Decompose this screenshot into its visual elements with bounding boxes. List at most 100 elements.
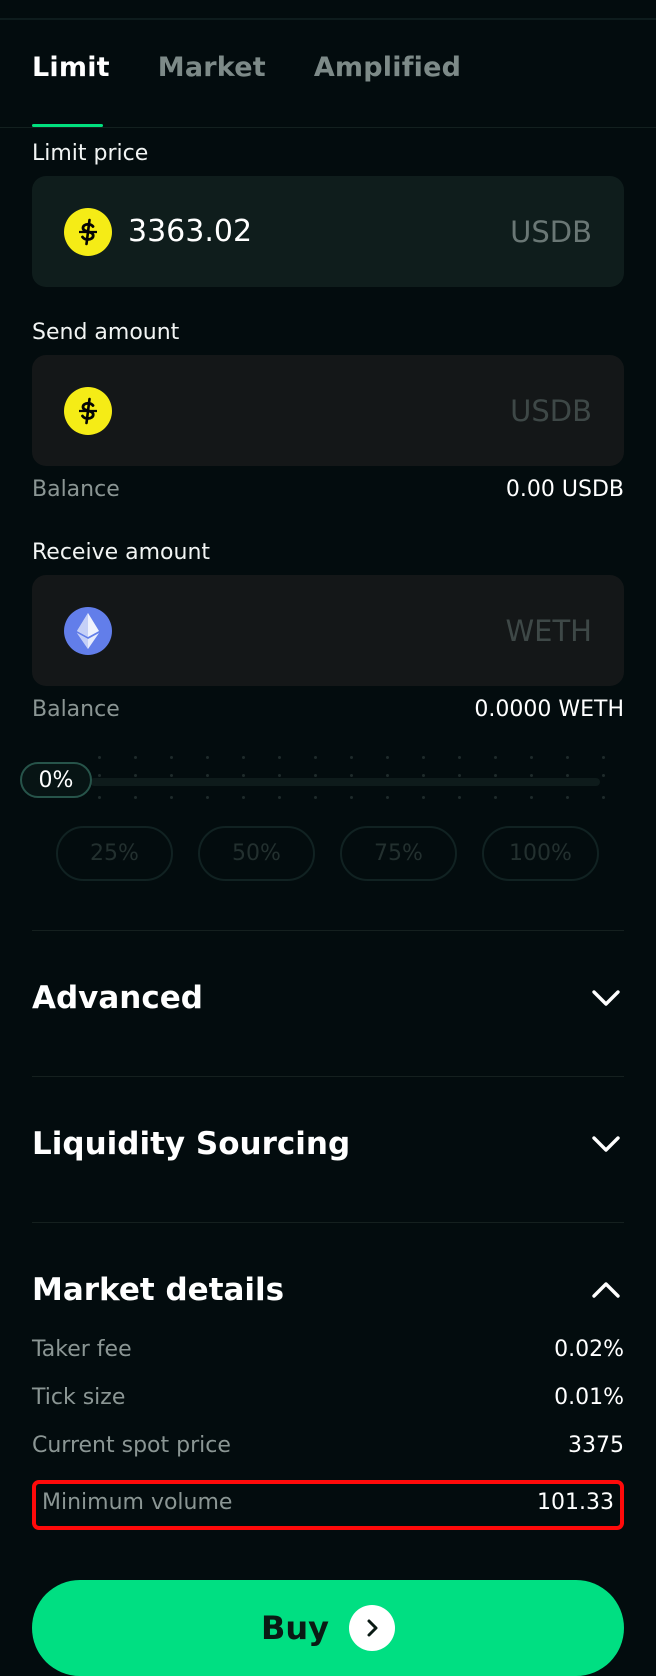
slider-dot — [530, 796, 533, 799]
liquidity-section-header[interactable]: Liquidity Sourcing — [32, 1126, 624, 1162]
slider-dot — [386, 756, 389, 759]
slider-dot — [206, 796, 209, 799]
slider-dot — [314, 796, 317, 799]
receive-amount-unit: WETH — [505, 613, 592, 648]
spot-price-value: 3375 — [568, 1433, 624, 1458]
slider-dot — [530, 774, 533, 777]
slider-dot — [602, 756, 605, 759]
liquidity-title: Liquidity Sourcing — [32, 1126, 351, 1162]
section-divider — [32, 930, 624, 931]
tick-size-value: 0.01% — [554, 1385, 624, 1410]
usdb-coin-icon — [64, 207, 112, 256]
receive-balance-label: Balance — [32, 697, 120, 722]
slider-dot — [314, 756, 317, 759]
tab-limit[interactable]: Limit — [32, 52, 110, 83]
chevron-up-icon[interactable] — [588, 1272, 624, 1308]
send-amount-unit: USDB — [510, 393, 592, 428]
quick-100-button[interactable]: 100% — [482, 826, 599, 881]
send-balance-label: Balance — [32, 477, 120, 502]
market-details-title: Market details — [32, 1272, 285, 1308]
slider-dot — [134, 774, 137, 777]
send-amount-input[interactable] — [128, 393, 511, 428]
taker-fee-label: Taker fee — [32, 1337, 132, 1362]
quick-50-button[interactable]: 50% — [198, 826, 315, 881]
slider-dot — [602, 796, 605, 799]
slider-dot — [278, 774, 281, 777]
advanced-section-header[interactable]: Advanced — [32, 980, 624, 1016]
slider-dot — [350, 796, 353, 799]
send-balance-value: 0.00 USDB — [505, 477, 624, 502]
slider-dot — [206, 774, 209, 777]
eth-coin-icon — [64, 606, 112, 655]
slider-dot — [422, 756, 425, 759]
slider-dot — [602, 774, 605, 777]
receive-balance-row: Balance 0.0000 WETH — [32, 697, 624, 722]
chevron-down-icon[interactable] — [588, 980, 624, 1016]
receive-amount-input[interactable] — [128, 613, 506, 648]
spot-price-row: Current spot price 3375 — [32, 1433, 624, 1458]
advanced-title: Advanced — [32, 980, 203, 1016]
slider-dot — [458, 796, 461, 799]
chevron-down-icon[interactable] — [588, 1126, 624, 1162]
slider-dot — [566, 756, 569, 759]
slider-dot — [98, 756, 101, 759]
taker-fee-row: Taker fee 0.02% — [32, 1337, 624, 1362]
slider-dot — [458, 756, 461, 759]
slider-dot — [350, 774, 353, 777]
send-balance-row: Balance 0.00 USDB — [32, 477, 624, 502]
min-volume-value: 101.33 — [537, 1490, 614, 1515]
receive-amount-field[interactable]: WETH — [32, 575, 624, 686]
send-amount-label: Send amount — [32, 320, 180, 345]
limit-price-field[interactable]: USDB — [32, 176, 624, 287]
quick-25-button[interactable]: 25% — [56, 826, 173, 881]
quick-75-button[interactable]: 75% — [340, 826, 457, 881]
buy-button[interactable]: Buy — [32, 1580, 624, 1676]
slider-dot — [494, 756, 497, 759]
tab-amplified[interactable]: Amplified — [314, 52, 461, 83]
usdb-coin-icon — [64, 386, 112, 435]
min-volume-label: Minimum volume — [42, 1490, 233, 1515]
slider-dot — [494, 774, 497, 777]
slider-dots — [90, 756, 605, 808]
receive-balance-value: 0.0000 WETH — [474, 697, 624, 722]
top-divider — [0, 18, 656, 20]
slider-dot — [566, 796, 569, 799]
slider-dot — [530, 756, 533, 759]
slider-dot — [170, 756, 173, 759]
tick-size-label: Tick size — [32, 1385, 126, 1410]
slider-dot — [350, 756, 353, 759]
slider-handle[interactable]: 0% — [20, 762, 92, 798]
order-type-tabs: Limit Market Amplified — [32, 52, 461, 83]
slider-dot — [242, 774, 245, 777]
amount-slider[interactable]: 0% — [20, 756, 605, 800]
tick-size-row: Tick size 0.01% — [32, 1385, 624, 1410]
slider-dot — [566, 774, 569, 777]
slider-dot — [314, 774, 317, 777]
spot-price-label: Current spot price — [32, 1433, 231, 1458]
slider-dot — [278, 796, 281, 799]
send-amount-field[interactable]: USDB — [32, 355, 624, 466]
slider-dot — [422, 774, 425, 777]
taker-fee-value: 0.02% — [554, 1337, 624, 1362]
tab-market[interactable]: Market — [158, 52, 266, 83]
slider-dot — [170, 774, 173, 777]
slider-dot — [278, 756, 281, 759]
limit-price-input[interactable] — [128, 214, 511, 249]
quick-percent-row: 25% 50% 75% 100% — [56, 826, 599, 881]
buy-button-label: Buy — [260, 1609, 330, 1647]
slider-dot — [242, 796, 245, 799]
slider-dot — [206, 756, 209, 759]
slider-dot — [170, 796, 173, 799]
slider-dot — [386, 796, 389, 799]
slider-dot — [134, 756, 137, 759]
section-divider — [32, 1222, 624, 1223]
slider-dot — [458, 774, 461, 777]
limit-price-unit: USDB — [510, 214, 592, 249]
section-divider — [32, 1076, 624, 1077]
slider-dot — [134, 796, 137, 799]
tabs-divider — [0, 127, 656, 128]
limit-price-label: Limit price — [32, 141, 149, 166]
market-details-section-header[interactable]: Market details — [32, 1272, 624, 1308]
slider-dot — [98, 774, 101, 777]
slider-dot — [242, 756, 245, 759]
